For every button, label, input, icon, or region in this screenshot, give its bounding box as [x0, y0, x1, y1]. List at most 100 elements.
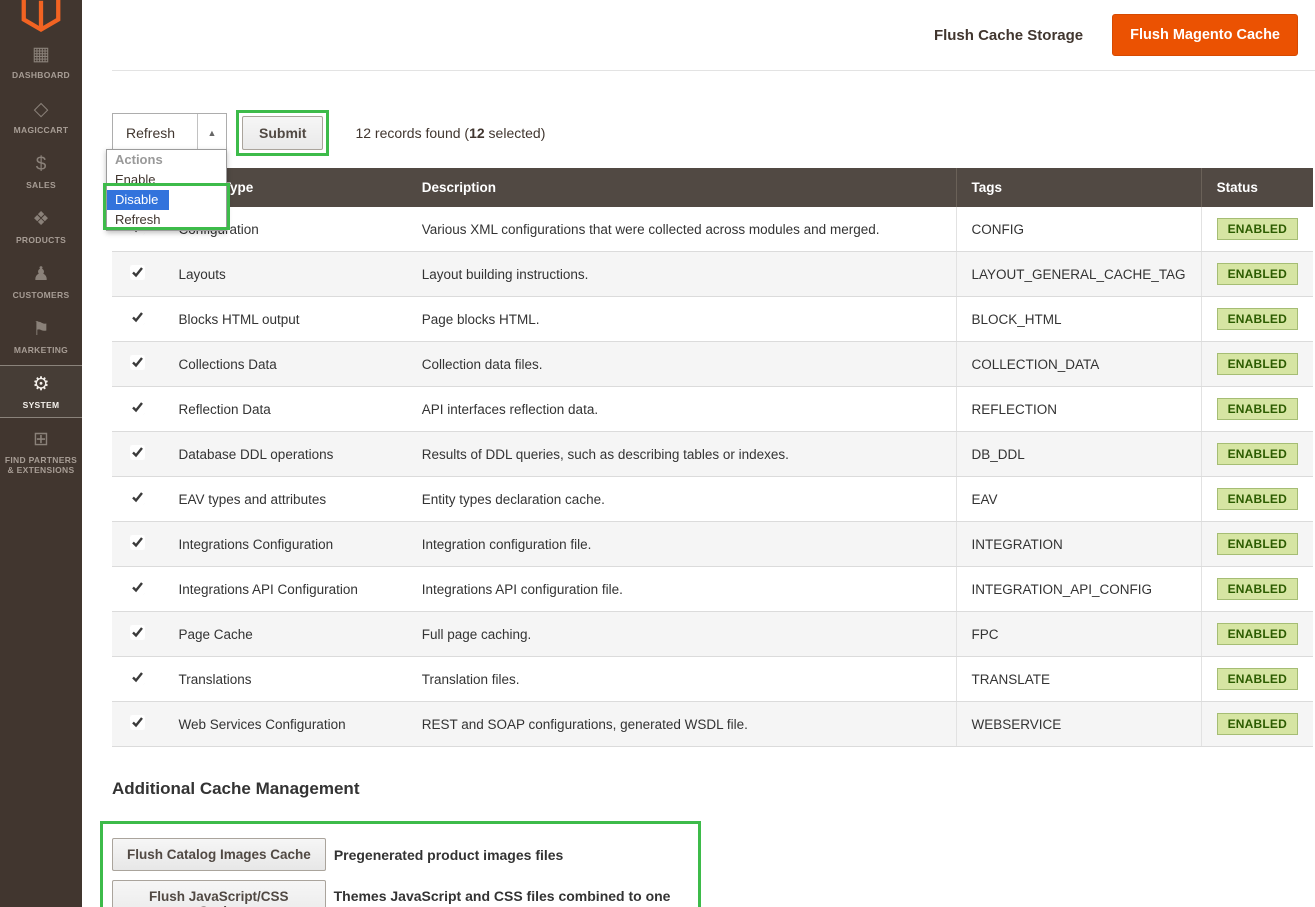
tags-cell: EAV [956, 477, 1201, 522]
row-checkbox[interactable] [130, 580, 145, 595]
cache-type-cell: Page Cache [164, 612, 407, 657]
sidebar-item[interactable]: $ SALES [0, 146, 82, 197]
submit-annotation-box: Submit [236, 110, 329, 156]
cache-type-cell: Collections Data [164, 342, 407, 387]
flush-button[interactable]: Flush JavaScript/CSS Cache [112, 880, 326, 907]
table-row: Reflection Data API interfaces reflectio… [112, 387, 1313, 432]
dropdown-option[interactable]: Enable [107, 170, 226, 190]
sidebar-item[interactable]: ⚑ MARKETING [0, 311, 82, 362]
products-icon: ❖ [2, 209, 80, 231]
row-checkbox[interactable] [130, 490, 145, 505]
row-checkbox[interactable] [130, 355, 145, 370]
row-checkbox[interactable] [130, 445, 145, 460]
sidebar-menu: ▦ DASHBOARD ◇ MAGICCART $ SALES ❖ PRODUC… [0, 36, 82, 482]
column-tags[interactable]: Tags [956, 168, 1201, 207]
magiccart-icon: ◇ [2, 99, 80, 121]
column-description[interactable]: Description [407, 168, 956, 207]
description-cell: Layout building instructions. [407, 252, 956, 297]
cache-type-cell: Layouts [164, 252, 407, 297]
additional-cache-box: Flush Catalog Images Cache Pregenerated … [100, 821, 701, 907]
description-cell: Full page caching. [407, 612, 956, 657]
status-badge: ENABLED [1217, 218, 1298, 240]
marketing-icon: ⚑ [2, 319, 80, 341]
cache-table-header: Cache Type Description Tags Status [112, 168, 1313, 207]
status-badge: ENABLED [1217, 488, 1298, 510]
row-checkbox[interactable] [130, 625, 145, 640]
cache-type-cell: Integrations API Configuration [164, 567, 407, 612]
sidebar-item-label: FIND PARTNERS & EXTENSIONS [2, 455, 80, 475]
cache-type-cell: Integrations Configuration [164, 522, 407, 567]
customers-icon: ♟ [2, 264, 80, 286]
page-header: Flush Cache Storage Flush Magento Cache [112, 0, 1315, 71]
status-badge: ENABLED [1217, 533, 1298, 555]
table-row: Translations Translation files. TRANSLAT… [112, 657, 1313, 702]
status-badge: ENABLED [1217, 353, 1298, 375]
sidebar-item[interactable]: ❖ PRODUCTS [0, 201, 82, 252]
sidebar-item[interactable]: ▦ DASHBOARD [0, 36, 82, 87]
sidebar-item[interactable]: ⊞ FIND PARTNERS & EXTENSIONS [0, 421, 82, 482]
status-badge: ENABLED [1217, 713, 1298, 735]
status-badge: ENABLED [1217, 398, 1298, 420]
description-cell: Results of DDL queries, such as describi… [407, 432, 956, 477]
sidebar-item[interactable]: ♟ CUSTOMERS [0, 256, 82, 307]
grid-toolbar: Refresh ▲ Submit 12 records found (12 se… [112, 110, 1315, 156]
cache-type-cell: Database DDL operations [164, 432, 407, 477]
main-content: Flush Cache Storage Flush Magento Cache … [82, 0, 1315, 907]
table-row: Configuration Various XML configurations… [112, 207, 1313, 252]
action-dropdown: Actions Enable Disable Refresh [106, 149, 227, 231]
sidebar-item[interactable]: ⚙ SYSTEM [0, 366, 82, 417]
cache-type-cell: Web Services Configuration [164, 702, 407, 747]
row-checkbox[interactable] [130, 670, 145, 685]
description-cell: REST and SOAP configurations, generated … [407, 702, 956, 747]
column-status[interactable]: Status [1201, 168, 1313, 207]
dropdown-option[interactable]: Disable [107, 190, 169, 210]
records-prefix: 12 records found ( [355, 125, 469, 141]
table-row: Blocks HTML output Page blocks HTML. BLO… [112, 297, 1313, 342]
row-checkbox[interactable] [130, 265, 145, 280]
flush-cache-storage-button[interactable]: Flush Cache Storage [934, 27, 1083, 44]
find-partners-icon: ⊞ [2, 429, 80, 451]
tags-cell: DB_DDL [956, 432, 1201, 477]
dashboard-icon: ▦ [2, 44, 80, 66]
flush-description: Pregenerated product images files [334, 847, 564, 863]
mass-action-select[interactable]: Refresh ▲ [112, 113, 227, 153]
row-checkbox[interactable] [130, 400, 145, 415]
dropdown-group-label: Actions [107, 150, 226, 170]
status-badge: ENABLED [1217, 443, 1298, 465]
additional-cache-title: Additional Cache Management [112, 779, 1315, 799]
status-badge: ENABLED [1217, 623, 1298, 645]
description-cell: Integrations API configuration file. [407, 567, 956, 612]
table-row: Page Cache Full page caching. FPC ENABLE… [112, 612, 1313, 657]
sidebar-item[interactable]: ◇ MAGICCART [0, 91, 82, 142]
description-cell: Various XML configurations that were col… [407, 207, 956, 252]
description-cell: Collection data files. [407, 342, 956, 387]
cache-type-cell: Blocks HTML output [164, 297, 407, 342]
table-row: Web Services Configuration REST and SOAP… [112, 702, 1313, 747]
cache-table: Cache Type Description Tags Status Confi… [112, 168, 1313, 747]
magento-logo[interactable] [0, 0, 82, 32]
flush-magento-cache-button[interactable]: Flush Magento Cache [1112, 14, 1298, 56]
sidebar-item-label: CUSTOMERS [2, 290, 80, 300]
submit-button[interactable]: Submit [242, 116, 323, 150]
row-checkbox[interactable] [130, 310, 145, 325]
row-checkbox[interactable] [130, 535, 145, 550]
flush-button[interactable]: Flush Catalog Images Cache [112, 838, 326, 871]
records-selected-count: 12 [469, 125, 485, 141]
row-checkbox[interactable] [130, 715, 145, 730]
records-suffix: selected) [485, 125, 546, 141]
records-count: 12 records found (12 selected) [355, 125, 545, 141]
status-badge: ENABLED [1217, 668, 1298, 690]
table-row: Integrations API Configuration Integrati… [112, 567, 1313, 612]
tags-cell: REFLECTION [956, 387, 1201, 432]
status-badge: ENABLED [1217, 308, 1298, 330]
dropdown-option[interactable]: Refresh [107, 210, 226, 230]
status-badge: ENABLED [1217, 578, 1298, 600]
cache-type-cell: Reflection Data [164, 387, 407, 432]
cache-management-page: ▦ DASHBOARD ◇ MAGICCART $ SALES ❖ PRODUC… [0, 0, 1315, 907]
sales-icon: $ [2, 154, 80, 176]
flush-action-row: Flush Catalog Images Cache Pregenerated … [112, 838, 698, 871]
sidebar-item-label: MAGICCART [2, 125, 80, 135]
chevron-up-icon[interactable]: ▲ [197, 114, 226, 152]
cache-type-cell: EAV types and attributes [164, 477, 407, 522]
description-cell: Translation files. [407, 657, 956, 702]
